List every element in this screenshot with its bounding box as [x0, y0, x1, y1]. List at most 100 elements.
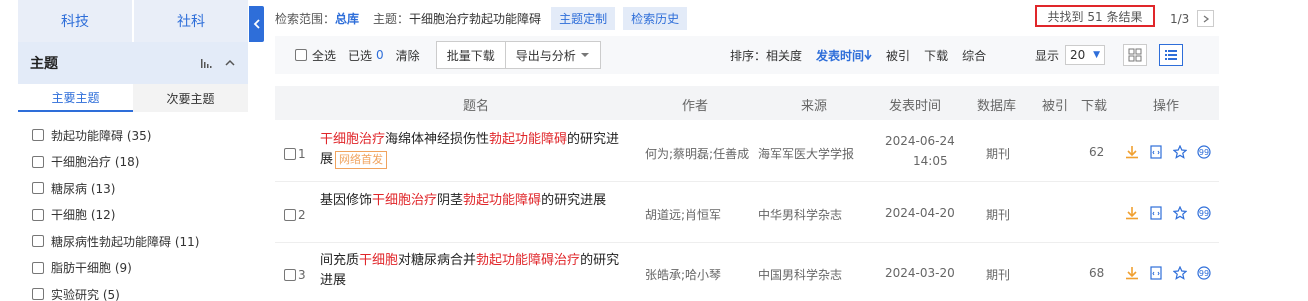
- table-row[interactable]: 3 间充质干细胞对糖尿病合并勃起功能障碍治疗的研究进展 张皓承;哈小琴 中国男科学杂志…: [275, 243, 1219, 301]
- title-text: 对糖尿病合并: [398, 253, 477, 268]
- clear-selection-link[interactable]: 清除: [396, 47, 420, 64]
- sort-publish-time[interactable]: 发表时间: [816, 47, 872, 64]
- scope-value[interactable]: 总库: [335, 10, 359, 27]
- sort-relevance[interactable]: 相关度: [766, 49, 802, 63]
- grid-view-button[interactable]: [1123, 44, 1148, 66]
- per-page-select[interactable]: 20 ▼: [1065, 45, 1106, 65]
- main-content: 检索范围： 总库 主题： 干细胞治疗勃起功能障碍 主题定制 检索历史 全选 已选…: [275, 0, 1219, 288]
- search-results-page: 科技 社科 主题 主要主题 次要主题 勃起功能障碍 (35) 干细胞治疗 (18…: [0, 0, 1308, 301]
- table-row[interactable]: 1 干细胞治疗海绵体神经损伤性勃起功能障碍的研究进展 网络首发 何为;蔡明磊;任善成海…: [275, 122, 1219, 182]
- author-link[interactable]: 何为;蔡明磊;任善成: [645, 145, 749, 162]
- topic-filter-item[interactable]: 糖尿病 (13): [18, 175, 248, 202]
- column-header-date: 发表时间: [889, 99, 942, 114]
- search-history-button[interactable]: 检索历史: [623, 6, 688, 30]
- title-highlight: 干细胞: [359, 253, 399, 268]
- download-icon[interactable]: [1124, 265, 1140, 281]
- title-highlight: 勃起功能障碍: [489, 132, 568, 147]
- download-count[interactable]: 62: [1089, 145, 1104, 159]
- author-link[interactable]: 胡道远;肖恒军: [645, 206, 721, 223]
- row-select[interactable]: 2: [284, 208, 306, 222]
- export-analysis-dropdown[interactable]: 导出与分析: [505, 41, 601, 69]
- list-view-button[interactable]: [1159, 44, 1184, 66]
- row-select[interactable]: 3: [284, 268, 306, 282]
- checkbox[interactable]: [32, 155, 44, 168]
- article-title-link[interactable]: 干细胞治疗海绵体神经损伤性勃起功能障碍的研究进展 网络首发: [320, 130, 630, 170]
- topic-filter-item[interactable]: 脂肪干细胞 (9): [18, 255, 248, 282]
- quote-icon[interactable]: 99: [1196, 205, 1212, 221]
- checkbox[interactable]: [32, 288, 44, 301]
- checkbox[interactable]: [32, 208, 44, 221]
- select-all[interactable]: 全选: [295, 47, 336, 64]
- list-icon: [1165, 50, 1178, 60]
- topic-filter-item[interactable]: 干细胞 (12): [18, 202, 248, 229]
- column-header-database: 数据库: [977, 99, 1017, 114]
- bar-chart-icon[interactable]: [200, 57, 212, 69]
- checkbox[interactable]: [284, 209, 296, 221]
- online-first-badge: 网络首发: [335, 151, 388, 169]
- title-highlight: 干细胞治疗: [320, 132, 386, 147]
- topic-filter-label: 干细胞 (12): [51, 208, 116, 223]
- topic-filter-item[interactable]: 糖尿病性勃起功能障碍 (11): [18, 228, 248, 255]
- table-row[interactable]: 2 基因修饰干细胞治疗阴茎勃起功能障碍的研究进展 胡道远;肖恒军 中华男科学杂志 202…: [275, 183, 1219, 243]
- download-count[interactable]: 68: [1089, 266, 1104, 280]
- title-text: 的研究进展: [541, 193, 607, 208]
- batch-download-button[interactable]: 批量下载: [435, 41, 506, 69]
- html-read-icon[interactable]: [1148, 144, 1164, 160]
- source-link[interactable]: 中国男科学杂志: [758, 266, 842, 283]
- collapse-sidebar-button[interactable]: [249, 6, 264, 42]
- publish-time: 14:05: [913, 154, 948, 168]
- checkbox[interactable]: [295, 49, 307, 61]
- tab-minor-topics[interactable]: 次要主题: [133, 84, 248, 112]
- search-scope-bar: 检索范围： 总库 主题： 干细胞治疗勃起功能障碍 主题定制 检索历史: [275, 0, 1219, 36]
- author-link[interactable]: 张皓承;哈小琴: [645, 266, 721, 283]
- checkbox[interactable]: [32, 129, 44, 142]
- source-link[interactable]: 海军军医大学学报: [758, 145, 854, 162]
- sort-comprehensive[interactable]: 综合: [962, 47, 986, 64]
- article-title-link[interactable]: 基因修饰干细胞治疗阴茎勃起功能障碍的研究进展: [320, 191, 630, 211]
- quote-icon[interactable]: 99: [1196, 144, 1212, 160]
- database: 期刊: [986, 268, 1011, 282]
- export-label: 导出与分析: [515, 48, 576, 63]
- source-link[interactable]: 中华男科学杂志: [758, 206, 842, 223]
- row-select[interactable]: 1: [284, 147, 306, 161]
- chevron-up-icon[interactable]: [224, 57, 236, 69]
- grid-icon: [1128, 48, 1142, 62]
- tab-science[interactable]: 科技: [18, 0, 134, 42]
- publish-date: 2024-06-24: [885, 134, 955, 148]
- topic-subscribe-button[interactable]: 主题定制: [551, 6, 616, 30]
- caret-down-icon: [580, 53, 589, 57]
- display-label: 显示: [1035, 48, 1060, 63]
- title-highlight: 干细胞治疗: [372, 193, 438, 208]
- tab-social-science[interactable]: 社科: [134, 0, 248, 42]
- download-icon[interactable]: [1124, 205, 1140, 221]
- star-icon[interactable]: [1172, 144, 1188, 160]
- row-actions: 99: [1124, 205, 1212, 221]
- checkbox[interactable]: [284, 148, 296, 160]
- checkbox[interactable]: [32, 182, 44, 195]
- topic-filter-item[interactable]: 实验研究 (5): [18, 281, 248, 301]
- download-icon[interactable]: [1124, 144, 1140, 160]
- sidebar: 科技 社科 主题 主要主题 次要主题 勃起功能障碍 (35) 干细胞治疗 (18…: [18, 0, 248, 301]
- checkbox[interactable]: [32, 261, 44, 274]
- article-title-link[interactable]: 间充质干细胞对糖尿病合并勃起功能障碍治疗的研究进展: [320, 251, 630, 291]
- row-number: 1: [298, 147, 306, 161]
- quote-icon[interactable]: 99: [1196, 265, 1212, 281]
- topic-label: 主题：: [373, 11, 410, 26]
- topic-filter-item[interactable]: 干细胞治疗 (18): [18, 149, 248, 176]
- svg-text:99: 99: [1199, 269, 1209, 278]
- star-icon[interactable]: [1172, 265, 1188, 281]
- checkbox[interactable]: [32, 235, 44, 248]
- star-icon[interactable]: [1172, 205, 1188, 221]
- html-read-icon[interactable]: [1148, 205, 1164, 221]
- checkbox[interactable]: [284, 269, 296, 281]
- topic-filter-item[interactable]: 勃起功能障碍 (35): [18, 122, 248, 149]
- row-actions: 99: [1124, 144, 1212, 160]
- sort-downloads[interactable]: 下载: [924, 47, 948, 64]
- topic-title: 主题: [30, 56, 58, 72]
- svg-text:99: 99: [1199, 148, 1209, 157]
- topic-header[interactable]: 主题: [18, 42, 248, 84]
- tab-major-topics[interactable]: 主要主题: [18, 84, 133, 112]
- html-read-icon[interactable]: [1148, 265, 1164, 281]
- row-number: 2: [298, 208, 306, 222]
- sort-cited[interactable]: 被引: [886, 47, 910, 64]
